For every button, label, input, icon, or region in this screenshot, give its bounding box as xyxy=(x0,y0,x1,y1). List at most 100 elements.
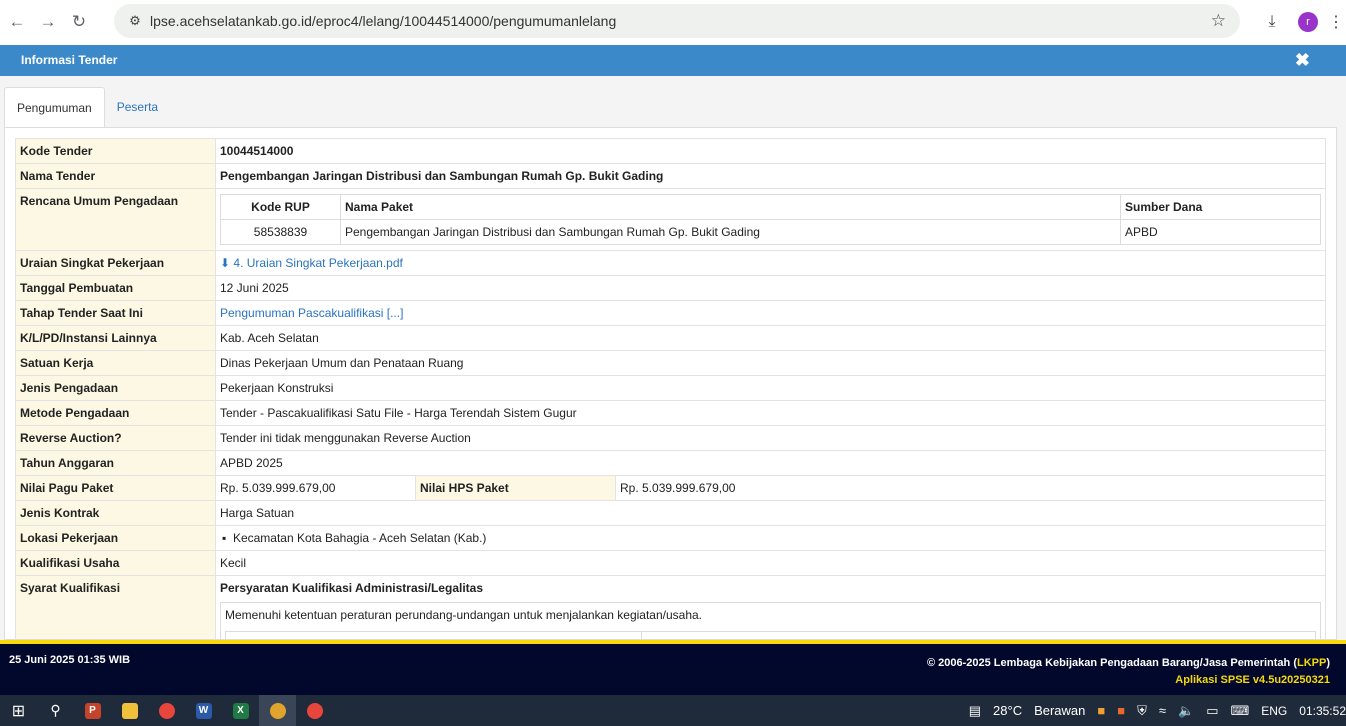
lokasi-value: Kecamatan Kota Bahagia - Aceh Selatan (K… xyxy=(232,531,487,545)
uraian-link-text: 4. Uraian Singkat Pekerjaan.pdf xyxy=(233,256,403,270)
windows-taskbar: ⊞ ⚲ P W X ▤ 28°C Berawan ■ ■ ⛨ ≈ 🔈 ▭ ⌨ E… xyxy=(0,695,1346,726)
tab-bar: Pengumuman Peserta xyxy=(4,87,170,128)
kualifikasi-value: Kecil xyxy=(215,550,1326,576)
jenis-pengadaan-label: Jenis Pengadaan xyxy=(15,375,216,401)
battery-icon[interactable]: ▭ xyxy=(1206,703,1218,719)
clock[interactable]: 01:35:52 xyxy=(1299,704,1346,718)
footer-app-version: Aplikasi SPSE v4.5u20250321 xyxy=(1175,674,1330,686)
language-indicator[interactable]: ENG xyxy=(1261,704,1287,718)
tahun-anggaran-label: Tahun Anggaran xyxy=(15,450,216,476)
tanggal-value: 12 Juni 2025 xyxy=(215,275,1326,301)
kode-tender-value: 10044514000 xyxy=(215,138,1326,164)
tray-app-icon[interactable]: ■ xyxy=(1097,703,1105,718)
excel-icon[interactable]: X xyxy=(222,695,259,726)
rup-sumber-value: APBD xyxy=(1120,219,1321,245)
powerpoint-icon[interactable]: P xyxy=(74,695,111,726)
pagu-label: Nilai Pagu Paket xyxy=(15,475,216,501)
syarat-box: Memenuhi ketentuan peraturan perundang-u… xyxy=(220,602,1321,639)
chrome-icon[interactable] xyxy=(148,695,185,726)
chrome-profile-icon[interactable] xyxy=(296,695,333,726)
footer-copyright: © 2006-2025 Lembaga Kebijakan Pengadaan … xyxy=(926,657,1297,669)
kontrak-label: Jenis Kontrak xyxy=(15,500,216,526)
footer-close-paren: ) xyxy=(1326,657,1330,669)
footer-credits: © 2006-2025 Lembaga Kebijakan Pengadaan … xyxy=(927,655,1330,689)
tahap-link[interactable]: Pengumuman Pascakualifikasi [...] xyxy=(220,306,403,320)
kontrak-value: Harga Satuan xyxy=(215,500,1326,526)
wifi-icon[interactable]: ≈ xyxy=(1159,703,1166,718)
bookmark-star-icon[interactable]: ☆ xyxy=(1211,11,1226,31)
satker-value: Dinas Pekerjaan Umum dan Penataan Ruang xyxy=(215,350,1326,376)
izin-table: Jenis Izin Bidang Usaha/Sub Bidang Usaha… xyxy=(225,631,1316,639)
lokasi-label: Lokasi Pekerjaan xyxy=(15,525,216,551)
keyboard-icon[interactable]: ⌨ xyxy=(1231,703,1250,719)
reverse-auction-label: Reverse Auction? xyxy=(15,425,216,451)
tab-peserta[interactable]: Peserta xyxy=(105,87,170,128)
close-icon[interactable]: ✖ xyxy=(1295,45,1310,76)
tahap-label: Tahap Tender Saat Ini xyxy=(15,300,216,326)
rup-label: Rencana Umum Pengadaan xyxy=(15,188,216,251)
tahun-anggaran-value: APBD 2025 xyxy=(215,450,1326,476)
menu-kebab-icon[interactable]: ⋮ xyxy=(1326,12,1346,32)
page-footer: 25 Juni 2025 01:35 WIB © 2006-2025 Lemba… xyxy=(0,640,1346,695)
shield-icon[interactable]: ⛨ xyxy=(1137,703,1147,719)
back-icon[interactable]: ← xyxy=(3,8,31,36)
system-tray: ▤ 28°C Berawan ■ ■ ⛨ ≈ 🔈 ▭ ⌨ ENG 01:35:5… xyxy=(963,695,1346,726)
rup-nama-value: Pengembangan Jaringan Distribusi dan Sam… xyxy=(340,219,1121,245)
kualifikasi-label: Kualifikasi Usaha xyxy=(15,550,216,576)
reverse-auction-value: Tender ini tidak menggunakan Reverse Auc… xyxy=(215,425,1326,451)
rup-table: Kode RUP Nama Paket Sumber Dana 58538839… xyxy=(220,194,1321,245)
uraian-label: Uraian Singkat Pekerjaan xyxy=(15,250,216,276)
weather-temp[interactable]: 28°C xyxy=(993,703,1022,718)
rup-header-kode: Kode RUP xyxy=(220,194,341,220)
syarat-label: Syarat Kualifikasi xyxy=(15,575,216,639)
address-bar[interactable]: ⚙ lpse.acehselatankab.go.id/eproc4/lelan… xyxy=(114,4,1240,38)
footer-datetime: 25 Juni 2025 01:35 WIB xyxy=(9,654,131,666)
tab-pengumuman[interactable]: Pengumuman xyxy=(4,87,105,128)
kode-tender-label: Kode Tender xyxy=(15,138,216,164)
lkpp-link[interactable]: LKPP xyxy=(1297,657,1326,669)
hps-value: Rp. 5.039.999.679,00 xyxy=(615,475,1326,501)
pagu-value: Rp. 5.039.999.679,00 xyxy=(215,475,416,501)
url-text[interactable]: lpse.acehselatankab.go.id/eproc4/lelang/… xyxy=(150,13,616,29)
nama-tender-label: Nama Tender xyxy=(15,163,216,189)
forward-icon[interactable]: → xyxy=(34,8,62,36)
rup-header-sumber: Sumber Dana xyxy=(1120,194,1321,220)
tray-app2-icon[interactable]: ■ xyxy=(1117,703,1125,718)
tab-panel: Kode Tender 10044514000 Nama Tender Peng… xyxy=(4,127,1337,640)
profile-avatar[interactable]: r xyxy=(1298,12,1318,32)
satker-label: Satuan Kerja xyxy=(15,350,216,376)
lokasi-cell: ▪ Kecamatan Kota Bahagia - Aceh Selatan … xyxy=(215,525,1326,551)
weather-text[interactable]: Berawan xyxy=(1034,703,1085,718)
modal-title: Informasi Tender xyxy=(21,53,118,67)
chrome-active-icon[interactable] xyxy=(259,695,296,726)
nama-tender-value: Pengembangan Jaringan Distribusi dan Sam… xyxy=(215,163,1326,189)
reload-icon[interactable]: ↻ xyxy=(65,8,93,36)
rup-cell: Kode RUP Nama Paket Sumber Dana 58538839… xyxy=(215,188,1326,251)
syarat-heading: Persyaratan Kualifikasi Administrasi/Leg… xyxy=(220,581,483,595)
uraian-cell: ⬇ 4. Uraian Singkat Pekerjaan.pdf xyxy=(215,250,1326,276)
site-info-icon[interactable]: ⚙ xyxy=(120,13,150,29)
browser-toolbar: ← → ↻ ⚙ lpse.acehselatankab.go.id/eproc4… xyxy=(0,0,1346,44)
search-icon[interactable]: ⚲ xyxy=(37,695,74,726)
izin-col-bidang: Bidang Usaha/Sub Bidang Usaha/Klasifikas… xyxy=(641,631,1316,639)
klpd-value: Kab. Aceh Selatan xyxy=(215,325,1326,351)
widgets-icon[interactable]: ▤ xyxy=(969,703,981,719)
modal-body: Pengumuman Peserta Kode Tender 100445140… xyxy=(0,76,1346,640)
hps-label: Nilai HPS Paket xyxy=(415,475,616,501)
download-icon: ⬇ xyxy=(220,256,231,270)
file-explorer-icon[interactable] xyxy=(111,695,148,726)
windows-start-icon[interactable]: ⊞ xyxy=(0,695,37,726)
syarat-text: Memenuhi ketentuan peraturan perundang-u… xyxy=(225,608,703,622)
izin-col-jenis: Jenis Izin xyxy=(225,631,642,639)
rup-header-nama: Nama Paket xyxy=(340,194,1121,220)
word-icon[interactable]: W xyxy=(185,695,222,726)
uraian-download-link[interactable]: ⬇ 4. Uraian Singkat Pekerjaan.pdf xyxy=(220,256,403,270)
jenis-pengadaan-value: Pekerjaan Konstruksi xyxy=(215,375,1326,401)
syarat-cell: Persyaratan Kualifikasi Administrasi/Leg… xyxy=(215,575,1326,639)
rup-kode-value: 58538839 xyxy=(220,219,341,245)
download-icon[interactable]: ⤓ xyxy=(1254,13,1290,31)
bullet-icon: ▪ xyxy=(222,531,227,545)
volume-icon[interactable]: 🔈 xyxy=(1178,703,1194,719)
klpd-label: K/L/PD/Instansi Lainnya xyxy=(15,325,216,351)
tanggal-label: Tanggal Pembuatan xyxy=(15,275,216,301)
